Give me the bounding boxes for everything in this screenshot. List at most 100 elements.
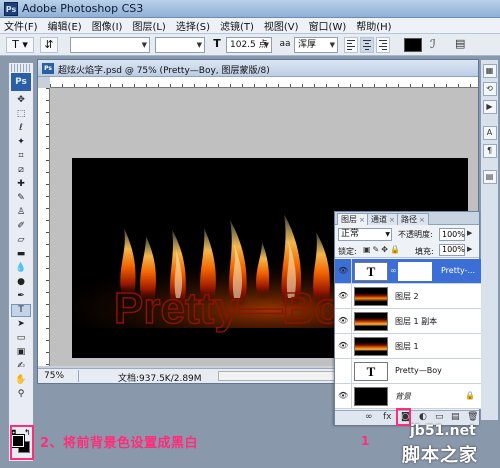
visibility-eye-icon[interactable]: 👁 — [338, 292, 348, 300]
paragraph-icon[interactable]: ¶ — [482, 144, 497, 158]
layer-style-icon[interactable]: fx — [383, 412, 392, 422]
hand-tool-icon[interactable]: ✋ — [11, 374, 31, 387]
vertical-ruler[interactable] — [38, 88, 50, 366]
link-icon[interactable]: ∞ — [390, 266, 397, 275]
divider — [78, 370, 79, 382]
annotation-step-2: 2、将前背景色设置成黑白 — [40, 436, 199, 451]
chevron-right-icon[interactable]: ▶ — [467, 229, 472, 237]
menu-help[interactable]: 帮助(H) — [356, 18, 391, 33]
brush-tool-icon[interactable]: ✎ — [11, 192, 31, 205]
layer-mask-thumbnail[interactable] — [398, 262, 432, 281]
healing-brush-icon[interactable]: ✚ — [11, 178, 31, 191]
eyedropper-tool-icon[interactable]: ✍ — [11, 360, 31, 373]
notes-tool-icon[interactable]: ▣ — [11, 346, 31, 359]
horizontal-ruler[interactable] — [50, 77, 478, 88]
annotation-step-1: 1 — [361, 434, 370, 448]
text-orientation-icon[interactable]: ⇵ — [40, 37, 58, 53]
document-title-bar[interactable]: Ps 超炫火焰字.psd @ 75% (Pretty—Boy, 图层蒙版/8) — [38, 60, 478, 77]
font-family-select[interactable]: ▼ — [70, 37, 150, 53]
align-center-button[interactable] — [360, 37, 374, 53]
marquee-tool-icon[interactable]: ⬚ — [11, 108, 31, 121]
tool-preset-picker[interactable]: T ▾ — [6, 37, 34, 53]
menu-file[interactable]: 文件(F) — [4, 18, 38, 33]
crop-tool-icon[interactable]: ⌗ — [11, 150, 31, 163]
close-icon[interactable]: × — [359, 216, 365, 224]
tab-label: 路径 — [401, 215, 417, 224]
move-tool-icon[interactable]: ✥ — [11, 94, 31, 107]
blend-mode-select[interactable]: 正常 ▼ — [338, 228, 392, 241]
history-brush-icon[interactable]: ✐ — [11, 220, 31, 233]
tool-presets-icon[interactable]: ▤ — [482, 170, 497, 184]
align-left-button[interactable] — [344, 37, 358, 53]
document-info[interactable]: 文档:937.5K/2.89M — [118, 371, 202, 384]
tab-label: 通道 — [371, 215, 387, 224]
zoom-level[interactable]: 75% — [44, 371, 64, 381]
layer-name: 图层 1 副本 — [395, 317, 438, 326]
clone-stamp-icon[interactable]: ♙ — [11, 206, 31, 219]
lock-label: 锁定: — [338, 247, 357, 256]
close-icon[interactable]: × — [389, 216, 395, 224]
divider — [351, 334, 352, 359]
opacity-field[interactable]: 100% — [439, 228, 465, 241]
fill-field[interactable]: 100% — [439, 244, 465, 256]
tab-layers[interactable]: 图层 × — [337, 213, 369, 225]
new-layer-icon[interactable]: ▤ — [451, 412, 460, 422]
menu-select[interactable]: 选择(S) — [176, 18, 210, 33]
delete-layer-icon[interactable]: 🗑 — [467, 412, 478, 422]
layer-row-layer-1-copy[interactable]: 👁 图层 1 副本 — [335, 309, 481, 334]
menu-view[interactable]: 视图(V) — [264, 18, 299, 33]
layer-row-background[interactable]: 👁 背景 🔒 — [335, 384, 481, 409]
fill-label: 填充: — [415, 247, 434, 256]
actions-icon[interactable]: ▶ — [482, 100, 497, 114]
layer-row-pretty-boy-text[interactable]: T Pretty—Boy — [335, 359, 481, 384]
tab-paths[interactable]: 路径 × — [397, 213, 429, 225]
visibility-eye-icon[interactable] — [338, 367, 348, 375]
zoom-tool-icon[interactable]: ⚲ — [11, 388, 31, 401]
layer-row-layer-1[interactable]: 👁 图层 1 — [335, 334, 481, 359]
character-icon[interactable]: A — [482, 126, 497, 140]
type-tool-icon[interactable]: T — [11, 304, 31, 317]
pen-tool-icon[interactable]: ✒ — [11, 290, 31, 303]
text-color-swatch[interactable] — [404, 38, 422, 52]
layer-row-pretty-boy-mask[interactable]: 👁 T ∞ Pretty-... — [335, 259, 481, 284]
warp-text-icon[interactable]: ℐ — [430, 37, 436, 51]
gradient-tool-icon[interactable]: ▬ — [11, 248, 31, 261]
font-size-field[interactable]: 102.5 点 ▼ — [226, 37, 272, 53]
visibility-eye-icon[interactable]: 👁 — [338, 317, 348, 325]
magic-wand-tool-icon[interactable]: ✦ — [11, 136, 31, 149]
menu-filter[interactable]: 滤镜(T) — [220, 18, 254, 33]
visibility-eye-icon[interactable]: 👁 — [338, 342, 348, 350]
link-layers-icon[interactable]: ∞ — [365, 412, 373, 422]
menu-window[interactable]: 窗口(W) — [309, 18, 347, 33]
visibility-eye-icon[interactable]: 👁 — [338, 267, 348, 275]
close-icon[interactable]: × — [419, 216, 425, 224]
palettes-toggle-icon[interactable]: ▤ — [455, 37, 465, 50]
lasso-tool-icon[interactable]: ℓ — [11, 122, 31, 135]
adjustment-layer-icon[interactable]: ◐ — [419, 412, 427, 422]
new-group-icon[interactable]: ▭ — [435, 412, 444, 422]
blur-tool-icon[interactable]: 💧 — [11, 262, 31, 275]
anti-alias-select[interactable]: 浑厚 ▼ — [294, 37, 338, 53]
slice-tool-icon[interactable]: ⧄ — [11, 164, 31, 177]
shape-tool-icon[interactable]: ▭ — [11, 332, 31, 345]
app-icon: Ps — [4, 2, 18, 16]
path-selection-icon[interactable]: ➤ — [11, 318, 31, 331]
font-style-select[interactable]: ▼ — [155, 37, 205, 53]
menu-edit[interactable]: 编辑(E) — [48, 18, 82, 33]
history-icon[interactable]: ⟲ — [482, 82, 497, 96]
eraser-tool-icon[interactable]: ▱ — [11, 234, 31, 247]
visibility-eye-icon[interactable]: 👁 — [338, 392, 348, 400]
navigator-icon[interactable]: ▦ — [482, 64, 497, 78]
menu-layer[interactable]: 图层(L) — [132, 18, 165, 33]
toolbox-grip[interactable] — [11, 64, 31, 72]
align-right-button[interactable] — [376, 37, 390, 53]
highlight-add-mask — [396, 408, 411, 426]
chevron-right-icon[interactable]: ▶ — [467, 245, 472, 253]
lock-options-icon[interactable]: ▣✎✥🔒 — [363, 245, 402, 254]
tab-channels[interactable]: 通道 × — [367, 213, 399, 225]
layer-thumbnail — [354, 387, 388, 406]
document-title: 超炫火焰字.psd @ 75% (Pretty—Boy, 图层蒙版/8) — [58, 66, 270, 76]
dodge-tool-icon[interactable]: ● — [11, 276, 31, 289]
menu-image[interactable]: 图像(I) — [92, 18, 123, 33]
layer-row-layer-2[interactable]: 👁 图层 2 — [335, 284, 481, 309]
